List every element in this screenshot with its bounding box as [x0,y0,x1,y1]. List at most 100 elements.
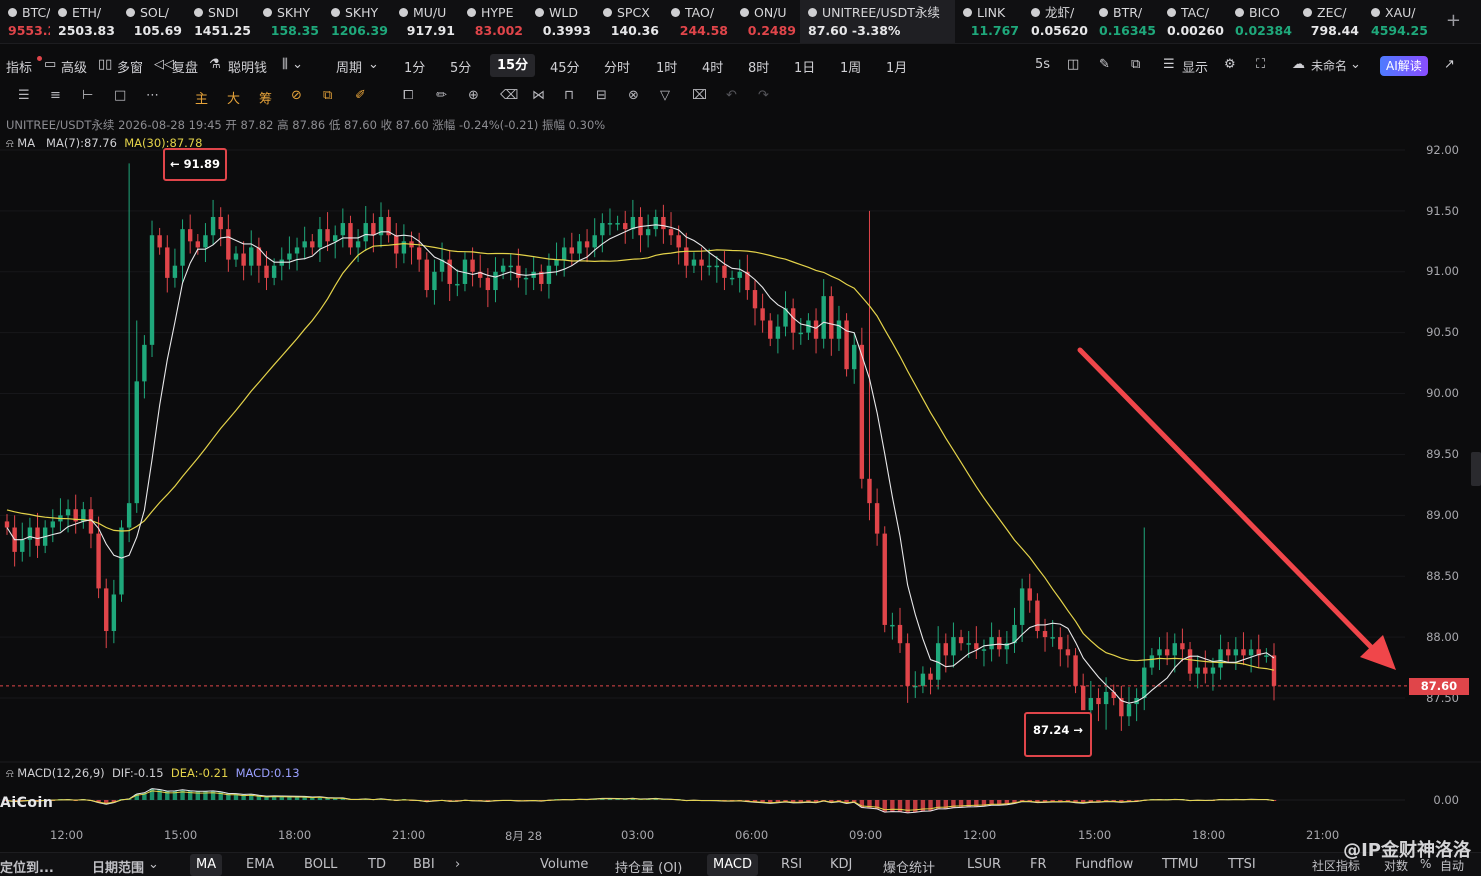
time-tick-label: 12:00 [963,828,997,842]
candle-body [210,216,216,236]
candle-body [1226,649,1231,656]
candle-body [416,247,422,260]
candle-body [645,229,651,236]
candle-body [821,296,826,339]
price-tick-label: 92.00 [1426,143,1459,157]
side-panel-handle[interactable] [1471,452,1481,486]
date-range-button[interactable]: 日期范围 [92,857,144,876]
indicator-macd[interactable]: MACD [707,854,758,876]
candle-body [1157,649,1162,656]
candle-body [714,265,720,268]
candle-body [172,265,178,278]
candle-body [668,229,674,236]
candle-body [1187,649,1193,674]
candle-body [676,235,681,248]
candle-body [859,344,865,479]
candle-body [997,637,1002,650]
candle-body [1172,643,1177,656]
trend-arrow-line [1077,347,1375,651]
indicator-oi[interactable]: 持仓量 (OI) [615,857,682,876]
candle-body [790,308,796,333]
candle-body [432,271,437,291]
candle-body [363,223,368,242]
candle-body [951,637,956,656]
candle-body [165,247,170,278]
indicator-liquidation[interactable]: 爆仓统计 [883,857,935,876]
candle-body [470,259,475,272]
indicator-volume[interactable]: Volume [540,857,588,872]
bell-icon[interactable]: ⍾ [6,766,14,780]
indicator-fr[interactable]: FR [1030,857,1047,872]
candle-body [264,265,269,278]
indicator-rsi[interactable]: RSI [781,857,802,872]
low-price-callout: 87.24 → [1024,712,1092,757]
candle-body [4,521,10,528]
candle-body [760,308,765,321]
indicator-ttsi[interactable]: TTSI [1228,857,1256,872]
ma30-line [6,242,1275,671]
candle-body [1195,667,1200,674]
candle-body [722,265,727,278]
candle-body [1241,649,1246,656]
candle-body [157,235,162,248]
aicoin-logo: AiCoin [0,795,54,811]
indicator-lsur[interactable]: LSUR [967,857,1001,872]
indicator-bbi[interactable]: BBI [413,857,435,872]
candle-body [485,277,491,291]
locate-button[interactable]: 定位到... [0,857,54,876]
candle-body [653,216,658,230]
candle-body [630,216,636,230]
last-price-tag: 87.60 [1409,678,1469,695]
candle-body [1271,655,1277,686]
candle-body [50,521,55,528]
watermark: @IP金财神洛洛 [1343,840,1471,861]
candle-body [294,247,300,254]
candle-body [905,643,910,686]
candle-body [1088,698,1094,711]
candle-body [775,326,781,339]
indicator-kdj[interactable]: KDJ [830,857,852,872]
candle-body [1073,655,1078,686]
candle-body [332,235,338,242]
price-tick-label: 91.00 [1426,264,1459,278]
time-tick-label: 8月 28 [505,829,543,843]
candle-body [493,271,498,291]
candle-body [111,594,117,632]
dif-value: DIF:-0.15 [111,766,164,780]
candle-body [928,673,933,680]
bell-icon[interactable]: ⍾ [6,136,14,150]
macd-bar [882,800,887,813]
candle-body [813,320,819,339]
indicator-fundflow[interactable]: Fundflow [1075,857,1133,872]
indicator-ma[interactable]: MA [190,854,223,876]
chevron-right-icon[interactable]: › [455,857,460,872]
candle-body [1264,655,1269,657]
time-tick-label: 06:00 [735,828,769,842]
indicator-td[interactable]: TD [368,857,386,872]
candle-body [348,223,353,248]
candle-body [615,223,620,225]
macd-info: ⍾ MACD(12,26,9) DIF:-0.15 DEA:-0.21 MACD… [6,766,300,781]
candle-body [195,241,201,248]
indicator-boll[interactable]: BOLL [304,857,337,872]
candle-body [600,223,605,236]
time-tick-label: 18:00 [278,828,312,842]
candle-body [455,283,460,286]
candle-body [371,223,376,236]
macd-value: MACD:0.13 [235,766,300,780]
time-tick-label: 15:00 [1078,828,1112,842]
indicator-ema[interactable]: EMA [246,857,274,872]
candle-body [96,533,101,589]
candle-body [1042,631,1048,638]
indicator-ttmu[interactable]: TTMU [1162,857,1198,872]
candle-body [203,235,208,248]
candle-body [1058,637,1063,650]
candle-body [340,223,346,236]
candle-body [310,241,315,248]
candle-body [1096,698,1101,705]
candle-body [226,229,231,260]
candle-body [249,247,254,266]
indicator-bar: 定位到... 日期范围 ⌄ MA EMA BOLL TD BBI › Volum… [0,852,1481,876]
candle-body [27,527,33,540]
candle-body [508,265,513,268]
